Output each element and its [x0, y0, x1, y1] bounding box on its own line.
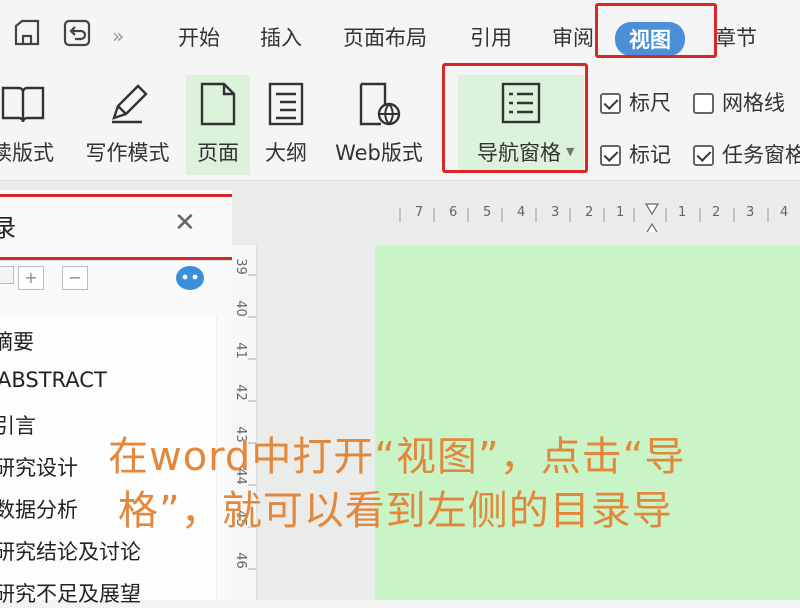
ruler-label: 40	[232, 300, 248, 317]
task-pane-checkbox[interactable]: 任务窗格	[693, 139, 800, 169]
marks-checkbox[interactable]: 标记	[600, 139, 671, 169]
marks-label: 标记	[629, 143, 671, 167]
pen-icon	[111, 84, 148, 124]
assistant-icon[interactable]	[176, 266, 204, 290]
ruler-label: 7	[415, 205, 424, 220]
outline-view-button[interactable]: 大纲	[258, 75, 314, 175]
page-view-button[interactable]: 页面	[186, 75, 250, 175]
more-chevron-icon[interactable]: »	[112, 24, 124, 48]
toc-item[interactable]: 引言	[0, 410, 36, 440]
document-page[interactable]	[375, 245, 800, 600]
task-pane-label: 任务窗格	[722, 143, 800, 167]
ruler-label: 3	[746, 205, 755, 220]
collapse-minus-icon[interactable]: −	[62, 266, 88, 290]
ruler-label: 6	[449, 205, 458, 220]
toc-item[interactable]: 研究设计	[0, 452, 78, 482]
undo-icon[interactable]	[62, 18, 92, 52]
tutorial-caption-line-2: 格”，就可以看到左侧的目录导	[118, 488, 673, 534]
nav-pane-highlight	[442, 63, 588, 173]
ruler-label: 5	[483, 205, 492, 220]
outline-view-label: 大纲	[265, 141, 307, 165]
ruler-label: 2	[585, 205, 594, 220]
ruler-check-icon	[600, 93, 621, 114]
read-mode-button[interactable]: 读版式	[0, 75, 65, 175]
gridlines-check-icon	[693, 93, 714, 114]
page-icon	[200, 82, 236, 126]
write-mode-button[interactable]: 写作模式	[80, 75, 175, 175]
ruler-label: 2	[712, 205, 721, 220]
menu-tab-bar: » 开始 插入 页面布局 引用 审阅 视图 章节	[0, 0, 800, 75]
ruler-label: 41	[232, 342, 248, 359]
ruler-label: 42	[232, 384, 248, 401]
tutorial-caption-line-1: 在word中打开“视图”，点击“导	[108, 434, 686, 480]
ruler-label: 1	[616, 205, 625, 220]
tab-insert[interactable]: 插入	[260, 22, 302, 52]
ruler-label: 标尺	[629, 91, 671, 115]
marks-check-icon	[600, 145, 621, 166]
gridlines-checkbox[interactable]: 网格线	[693, 87, 785, 117]
toc-item[interactable]: 研究不足及展望	[0, 578, 141, 608]
horizontal-ruler[interactable]: 7 6 5 4 3 2 1 1 2 3 4	[390, 200, 800, 235]
toc-item[interactable]: 研究结论及讨论	[0, 536, 141, 566]
toc-item[interactable]: ABSTRACT	[0, 368, 107, 392]
ruler-label: 39	[232, 258, 248, 275]
toc-item[interactable]: 摘要	[0, 326, 34, 356]
tab-chapter[interactable]: 章节	[715, 22, 757, 52]
ruler-label: 4	[517, 205, 526, 220]
toc-item[interactable]: 数据分析	[0, 494, 78, 524]
ruler-label: 3	[551, 205, 560, 220]
write-mode-label: 写作模式	[85, 141, 170, 165]
ruler-label: 46	[232, 552, 248, 569]
view-ribbon: 读版式 写作模式 页面 大纲 Web版式 导航窗格 ▼ 标尺 网格线 标记 任务…	[0, 63, 800, 180]
collapse-level-button[interactable]	[0, 266, 14, 284]
gridlines-label: 网格线	[722, 91, 785, 115]
vertical-ruler[interactable]: 39 40 41 42 43 44 45 46	[232, 245, 257, 600]
page-view-label: 页面	[197, 141, 239, 165]
tab-start[interactable]: 开始	[178, 22, 220, 52]
nav-pane-title-highlight	[0, 194, 240, 260]
web-globe-icon	[359, 82, 401, 126]
save-icon[interactable]	[12, 18, 42, 52]
book-icon	[1, 86, 44, 123]
ruler-checkbox[interactable]: 标尺	[600, 87, 671, 117]
tab-review[interactable]: 审阅	[552, 22, 594, 52]
web-layout-button[interactable]: Web版式	[325, 75, 433, 175]
tab-references[interactable]: 引用	[470, 22, 512, 52]
navigation-pane: 录 ✕ + − 摘要 ABSTRACT 引言 研究设计 数据分析 研究结论及讨论…	[0, 190, 240, 606]
web-layout-label: Web版式	[335, 141, 423, 165]
task-pane-check-icon	[693, 145, 714, 166]
tab-page-layout[interactable]: 页面布局	[343, 22, 427, 52]
expand-plus-icon[interactable]: +	[18, 266, 44, 290]
nav-header-divider	[0, 260, 232, 261]
outline-icon	[268, 82, 304, 126]
ruler-label: 1	[678, 205, 687, 220]
read-mode-label: 读版式	[0, 141, 54, 165]
ruler-label: 4	[780, 205, 789, 220]
view-tab-highlight	[595, 3, 717, 58]
